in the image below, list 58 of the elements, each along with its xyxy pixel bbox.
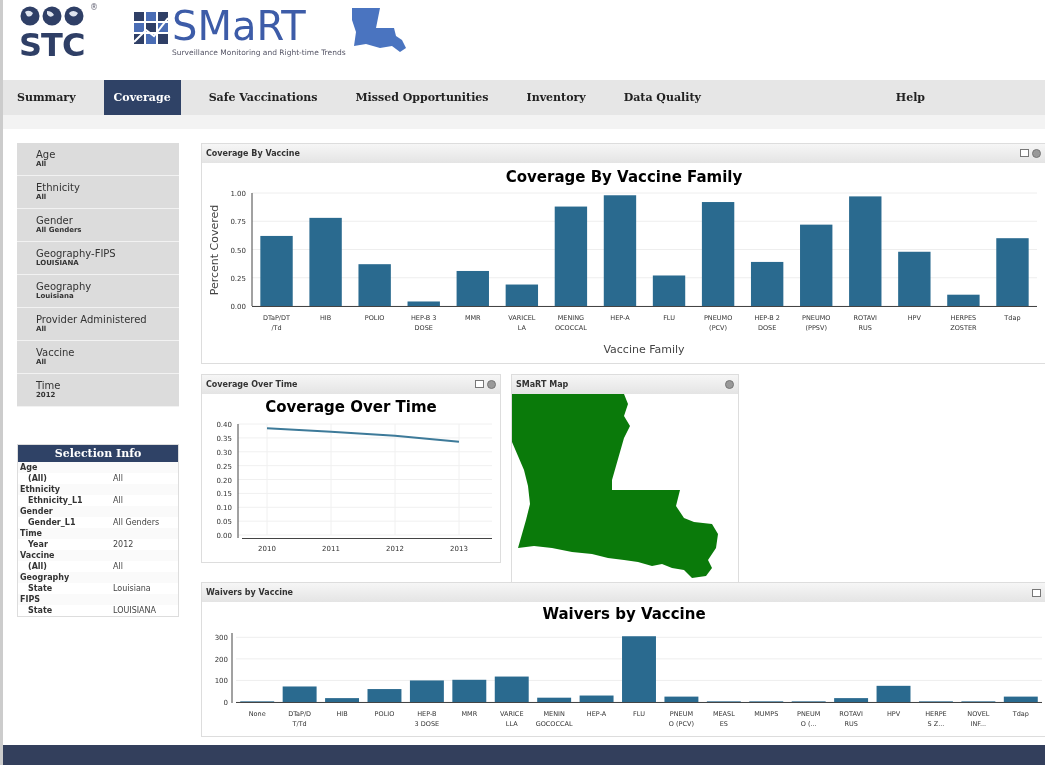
filter-label: Gender (36, 215, 74, 226)
minimize-icon[interactable] (475, 380, 484, 388)
axis-title: Percent Covered (208, 204, 221, 296)
group-label: Geography (18, 572, 178, 583)
circle-icon[interactable] (1032, 149, 1041, 158)
field-value: LOUISIANA (113, 606, 157, 615)
nav-tab[interactable]: Help (885, 80, 935, 115)
circle-icon[interactable] (725, 380, 734, 389)
nav-tab[interactable]: Data Quality (613, 80, 711, 115)
filter-label: Geography-FIPS (36, 248, 117, 259)
field-name: (All) (28, 562, 48, 571)
field-name: Gender_L1 (28, 518, 77, 527)
registered-mark: ® (90, 3, 98, 12)
field-value: 2012 (113, 540, 134, 549)
axis-title: Vaccine Family (603, 343, 685, 356)
circle-icon[interactable] (487, 380, 496, 389)
minimize-icon[interactable] (1032, 588, 1041, 597)
smart-logo-text: SMaRT (172, 6, 307, 46)
group-label: Age (18, 462, 178, 473)
panel-title: Waivers by Vaccine (206, 588, 294, 597)
field-value: All (113, 474, 123, 483)
field-name: Year (28, 540, 49, 549)
field-name: (All) (28, 474, 48, 483)
state-map-icon (349, 6, 408, 54)
filter-label: Age (36, 149, 57, 160)
panel-title: Selection Info (18, 445, 178, 462)
nav-tab[interactable]: Inventory (516, 80, 596, 115)
filter-label: Time (36, 380, 62, 391)
chart-title: Coverage Over Time (265, 398, 437, 416)
group-label: Time (18, 528, 178, 539)
stc-logo-text: STC (19, 26, 86, 64)
field-value: All Genders (113, 518, 160, 527)
field-value: All (113, 496, 123, 505)
group-label: Gender (18, 506, 178, 517)
panel-title: Coverage Over Time (206, 380, 298, 389)
nav-tab[interactable]: Coverage (103, 80, 181, 115)
field-name: Ethnicity_L1 (28, 496, 84, 505)
filter-label: Ethnicity (36, 182, 81, 193)
field-value: Louisiana (113, 584, 151, 593)
nav-tab[interactable]: Summary (7, 80, 86, 115)
filter-label: Geography (36, 281, 93, 292)
group-label: Ethnicity (18, 484, 178, 495)
field-value: All (113, 562, 123, 571)
grid-logo-icon (134, 12, 168, 44)
filter-label: Vaccine (36, 347, 76, 358)
field-name: State (28, 584, 54, 593)
chart-title: Coverage By Vaccine Family (505, 168, 743, 186)
panel-title: SMaRT Map (516, 380, 569, 389)
filter-label: Provider Administered (36, 314, 148, 325)
panel-title: Coverage By Vaccine (206, 149, 300, 158)
group-label: Vaccine (18, 550, 178, 561)
field-name: State (28, 606, 54, 615)
minimize-icon[interactable] (1020, 149, 1029, 157)
group-label: FIPS (18, 594, 178, 605)
chart-title: Waivers by Vaccine (542, 605, 706, 623)
nav-tab[interactable]: Missed Opportunities (345, 80, 499, 115)
y-axis (231, 632, 233, 704)
nav-tab[interactable]: Safe Vaccinations (198, 80, 328, 115)
